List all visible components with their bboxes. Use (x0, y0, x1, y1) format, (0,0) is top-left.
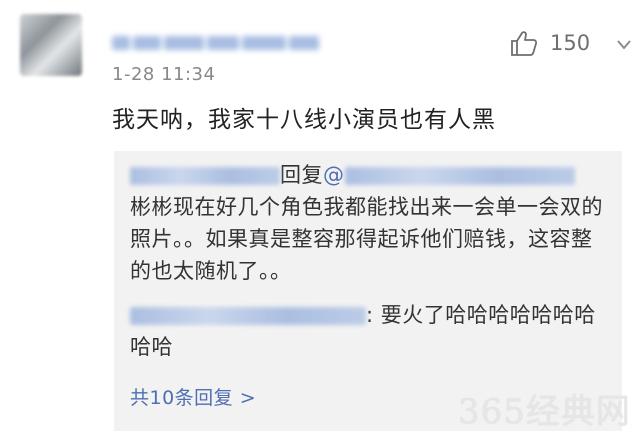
avatar[interactable] (20, 14, 82, 76)
like-count: 150 (550, 31, 591, 55)
reply-item: 回复@ 彬彬现在好几个角色我都能找出来一会单一会双的照片。。如果真是整容那得起诉… (130, 159, 606, 287)
chevron-down-icon (616, 36, 632, 55)
comment-timestamp: 1-28 11:34 (112, 64, 216, 85)
mentioned-user-redacted[interactable] (344, 167, 575, 185)
watermark: 365经典网 (458, 392, 631, 432)
reply-prefix: 回复 (280, 163, 323, 187)
reply-prefix: : (366, 303, 374, 327)
thumbs-up-icon (510, 30, 538, 56)
like-button[interactable]: 150 (510, 30, 590, 56)
reply-item: : 要火了哈哈哈哈哈哈哈哈哈 (130, 299, 606, 363)
reply-author-redacted[interactable] (130, 167, 280, 185)
reply-author-redacted[interactable] (130, 307, 366, 325)
username-redacted[interactable] (112, 32, 332, 54)
more-options-button[interactable] (616, 36, 632, 55)
comment-body: 我天呐，我家十八线小演员也有人黑 (112, 107, 496, 133)
view-all-replies-link[interactable]: 共10条回复 > (130, 383, 256, 410)
reply-text: 彬彬现在好几个角色我都能找出来一会单一会双的照片。。如果真是整容那得起诉他们赔钱… (130, 195, 603, 283)
reply-mention[interactable]: @ (323, 163, 345, 187)
